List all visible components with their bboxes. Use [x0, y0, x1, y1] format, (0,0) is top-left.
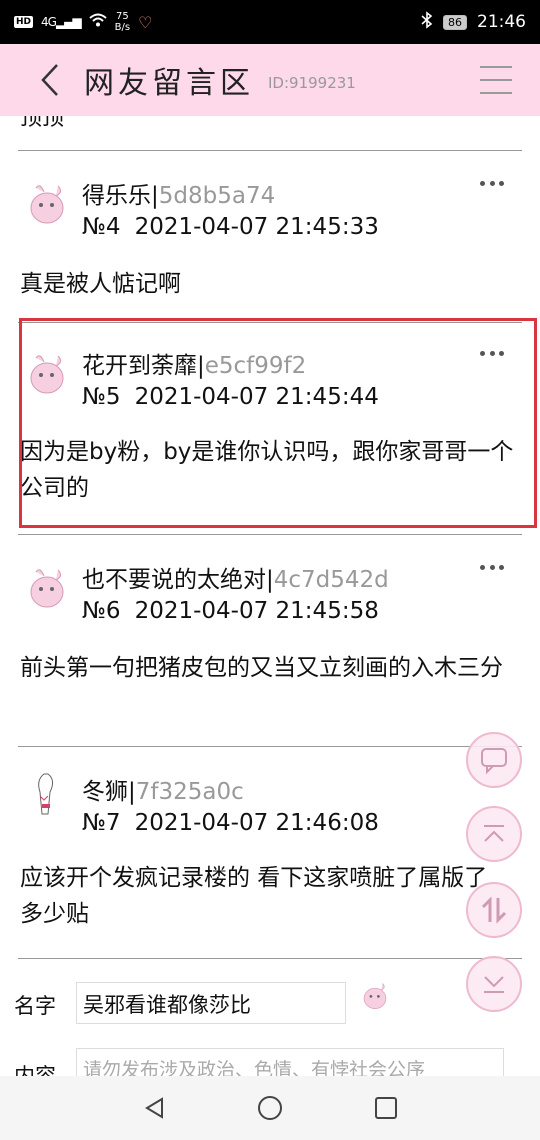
comment-author-line: 得乐乐|5d8b5a74	[82, 176, 275, 210]
comment-datetime: 2021-04-07 21:45:33	[134, 214, 379, 240]
previous-comment-text: 顶顶	[20, 116, 65, 131]
nav-recents-button[interactable]	[328, 1076, 444, 1140]
name-avatar	[363, 983, 387, 1009]
comment-list[interactable]: 顶顶 得乐乐|5d8b5a74 №4 2021-04-07 21:45:33 真是…	[0, 116, 540, 1076]
avatar[interactable]	[22, 348, 72, 398]
triangle-back-icon	[145, 1097, 163, 1119]
more-options-icon[interactable]	[480, 562, 504, 572]
comment-meta: №7 2021-04-07 21:46:08	[82, 810, 379, 836]
avatar[interactable]	[22, 770, 72, 820]
refresh-button[interactable]	[466, 882, 522, 938]
more-options-icon[interactable]	[480, 178, 504, 188]
divider	[18, 958, 522, 959]
comment-body: 应该开个发疯记录楼的 看下这家喷脏了属版了多少贴	[20, 865, 488, 927]
author-hash: 4c7d542d	[273, 567, 389, 593]
content-input[interactable]: 请勿发布涉及政治、色情、有悖社会公序	[76, 1048, 504, 1076]
cell-signal-icon: 4G▂▄▆	[41, 15, 82, 29]
comment-author-line: 冬狮|7f325a0c	[82, 772, 244, 806]
battery-icon: 86	[443, 14, 467, 30]
comment-body: 前头第一句把猪皮包的又当又立刻画的入木三分	[20, 655, 503, 681]
comment-button[interactable]	[466, 732, 522, 788]
bluetooth-icon	[421, 10, 433, 34]
nav-home-button[interactable]	[212, 1076, 328, 1140]
arrow-up-icon	[484, 825, 504, 842]
separator: |	[197, 353, 205, 379]
author-name: 冬狮	[82, 779, 128, 805]
comment-datetime: 2021-04-07 21:45:58	[134, 598, 379, 624]
content-label: 内容	[14, 1064, 56, 1076]
network-speed: 75 B/s	[115, 11, 130, 33]
chevron-left-icon	[41, 64, 58, 96]
avatar[interactable]	[22, 562, 72, 612]
menu-line	[480, 92, 512, 94]
comment-datetime: 2021-04-07 21:46:08	[134, 810, 379, 836]
comment-meta: №6 2021-04-07 21:45:58	[82, 598, 379, 624]
back-button[interactable]	[30, 50, 70, 110]
speed-unit: B/s	[114, 22, 131, 33]
comment-body: 真是被人惦记啊	[20, 271, 181, 297]
comment-author-line: 也不要说的太绝对|4c7d542d	[82, 560, 389, 594]
speed-value: 75	[116, 11, 129, 22]
author-hash: e5cf99f2	[204, 353, 307, 379]
nav-back-button[interactable]	[96, 1076, 212, 1140]
author-name: 也不要说的太绝对	[82, 567, 266, 593]
system-nav-bar	[0, 1076, 540, 1140]
author-hash: 7f325a0c	[135, 779, 244, 805]
app-header: 网友留言区 ID:9199231	[0, 44, 540, 116]
author-name: 得乐乐	[82, 183, 151, 209]
comment-meta: №4 2021-04-07 21:45:33	[82, 214, 379, 240]
divider	[18, 322, 522, 323]
menu-button[interactable]	[480, 66, 512, 94]
page-title: 网友留言区	[84, 66, 254, 101]
divider	[18, 746, 522, 747]
circle-home-icon	[258, 1096, 282, 1120]
more-options-icon[interactable]	[480, 348, 504, 358]
separator: |	[128, 779, 136, 805]
floor-number: №6	[82, 598, 121, 624]
comment-meta: №5 2021-04-07 21:45:44	[82, 384, 379, 410]
comment-author-line: 花开到荼靡|e5cf99f2	[82, 346, 306, 380]
divider	[18, 534, 522, 535]
separator: |	[151, 183, 159, 209]
square-recents-icon	[375, 1097, 397, 1119]
author-hash: 5d8b5a74	[158, 183, 276, 209]
chat-bubble-icon	[481, 748, 507, 775]
avatar[interactable]	[22, 178, 72, 228]
floor-number: №7	[82, 810, 121, 836]
comment-body: 因为是by粉，by是谁你认识吗，跟你家哥哥一个公司的	[20, 439, 514, 501]
comment-datetime: 2021-04-07 21:45:44	[134, 384, 379, 410]
network-type: 4G	[41, 15, 57, 29]
name-label: 名字	[14, 994, 56, 1018]
author-name: 花开到荼靡	[82, 353, 197, 379]
health-heart-icon: ♡	[138, 12, 153, 32]
status-bar: HD 4G▂▄▆ 75 B/s ♡ 86 21:46	[0, 0, 540, 44]
divider	[18, 150, 522, 151]
scroll-bottom-button[interactable]	[466, 956, 522, 1012]
hd-badge: HD	[14, 16, 34, 28]
page-id: ID:9199231	[268, 74, 356, 92]
scroll-top-button[interactable]	[466, 806, 522, 862]
wifi-icon	[88, 13, 107, 31]
clock: 21:46	[477, 12, 526, 32]
name-input[interactable]: 吴邪看谁都像莎比	[76, 982, 346, 1024]
menu-line	[480, 66, 512, 68]
floor-number: №4	[82, 214, 121, 240]
swap-arrows-icon	[481, 896, 507, 924]
battery-level: 86	[448, 15, 462, 29]
separator: |	[266, 567, 274, 593]
menu-line	[480, 79, 512, 81]
floor-number: №5	[82, 384, 121, 410]
arrow-down-icon	[484, 976, 504, 993]
